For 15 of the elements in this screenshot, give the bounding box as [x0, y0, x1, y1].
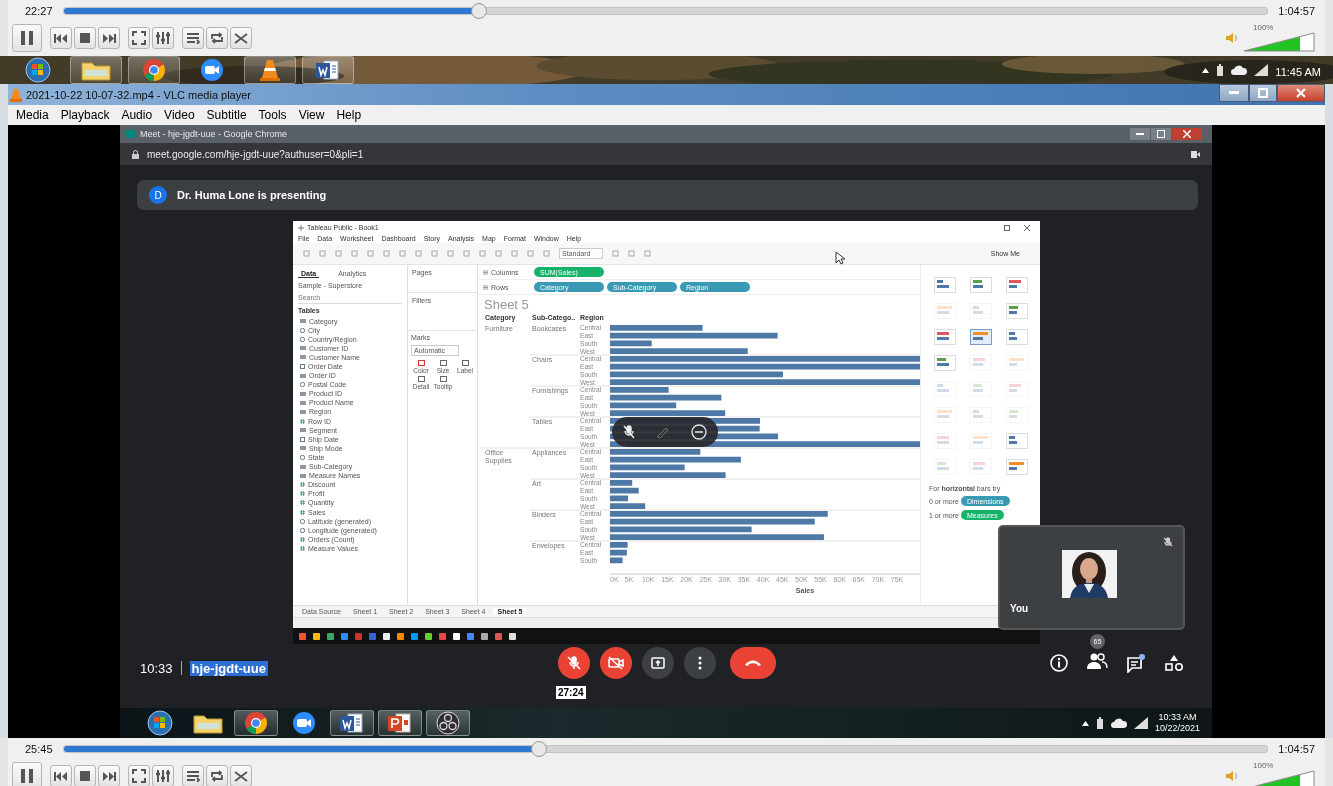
elapsed-time: 22:27 — [25, 5, 53, 17]
participant-name: You — [1010, 603, 1029, 614]
sheet-title: Sheet 5 — [483, 296, 530, 312]
meeting-time: 10:33 — [140, 660, 173, 676]
window-title: 2021-10-22 10-07-32.mp4 - VLC media player — [26, 88, 252, 101]
meeting-code: hje-jgdt-uue — [189, 660, 268, 676]
window-title: Meet - hje-jgdt-uue - Google Chrome — [140, 129, 288, 139]
tooltip: 27:24 — [556, 686, 586, 699]
presenting-text: Dr. Huma Lone is presenting — [177, 189, 327, 201]
avatar: D — [149, 186, 167, 204]
total-time: 1:04:57 — [1278, 743, 1315, 755]
volume-percent: 100% — [1253, 762, 1274, 770]
total-time: 1:04:57 — [1278, 5, 1315, 17]
volume-percent: 100% — [1253, 24, 1274, 32]
elapsed-time: 25:45 — [25, 743, 53, 755]
